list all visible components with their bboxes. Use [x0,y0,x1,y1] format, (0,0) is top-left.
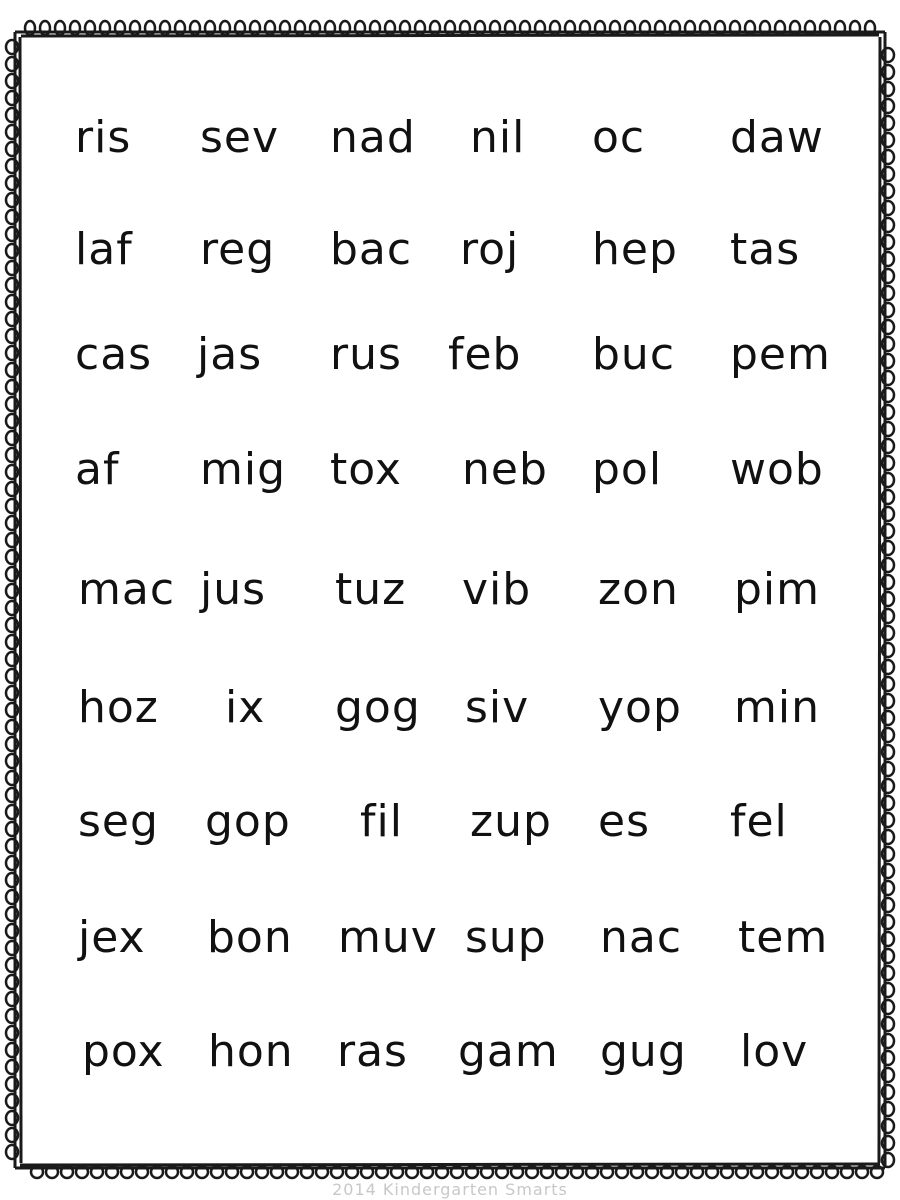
word-cell: gop [205,796,291,847]
word-cell: vib [462,564,532,615]
word-cell: min [734,682,820,733]
word-cell: cas [75,329,153,380]
word-cell: bac [330,224,413,275]
word-cell: jus [200,564,267,615]
word-cell: pol [592,444,663,495]
word-cell: mig [200,444,287,495]
word-cell: hoz [78,682,159,733]
word-cell: es [598,796,650,847]
word-cell: nad [330,112,416,163]
word-cell: af [75,444,120,495]
word-cell: pem [730,329,831,380]
word-cell: mac [78,564,176,615]
word-cell: nac [600,912,683,963]
word-cell: sev [200,112,280,163]
word-cell: feb [448,329,522,380]
word-cell: nil [470,112,526,163]
word-cell: ix [225,682,266,733]
word-cell: reg [200,224,276,275]
word-cell: yop [598,682,682,733]
word-cell: tem [738,912,829,963]
word-cell: gam [458,1026,559,1077]
word-cell: roj [460,224,520,275]
word-cell: sup [465,912,547,963]
word-cell: buc [592,329,676,380]
word-cell: ris [75,112,132,163]
word-cell: pox [82,1026,165,1077]
word-cell: fel [730,796,788,847]
word-cell: zon [598,564,679,615]
word-cell: wob [730,444,824,495]
word-cell: ras [337,1026,408,1077]
word-cell: neb [462,444,548,495]
word-cell: tas [730,224,801,275]
word-cell: hon [208,1026,294,1077]
word-cell: oc [592,112,646,163]
word-cell: fil [360,796,403,847]
word-cell: tox [330,444,402,495]
word-cell: pim [734,564,821,615]
word-cell: daw [730,112,824,163]
word-cell: laf [75,224,133,275]
word-cell: zup [470,796,552,847]
word-cell: jas [197,329,263,380]
word-cell: seg [78,796,159,847]
copyright-footer: 2014 Kindergarten Smarts [332,1180,568,1199]
word-cell: rus [330,329,402,380]
word-cell: jex [78,912,146,963]
word-cell: gog [335,682,421,733]
word-cell: tuz [335,564,407,615]
word-cell: siv [465,682,530,733]
word-cell: muv [338,912,438,963]
word-cell: gug [600,1026,687,1077]
word-cell: hep [592,224,678,275]
word-cell: lov [740,1026,809,1077]
word-cell: bon [207,912,293,963]
